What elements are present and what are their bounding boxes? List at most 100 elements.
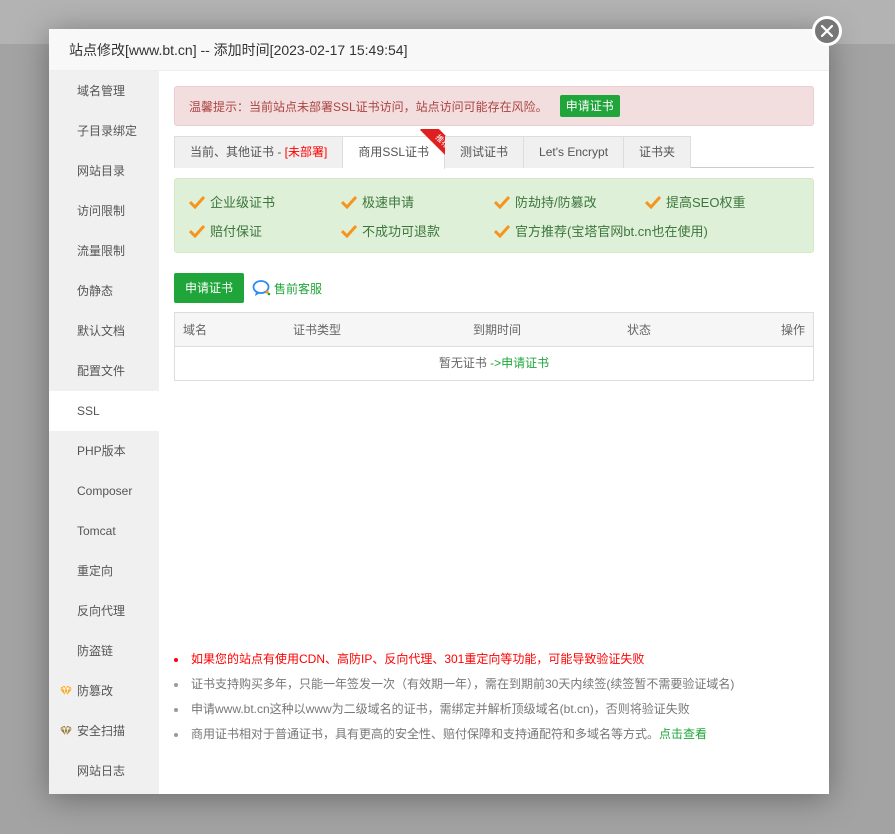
sidebar-item-label: 伪静态	[77, 284, 114, 298]
column-header-cert-type: 证书类型	[293, 323, 342, 337]
sidebar-item-label: 域名管理	[77, 84, 126, 98]
check-icon	[645, 195, 661, 209]
tab-commercial-ssl[interactable]: 商用SSL证书 推荐	[343, 129, 453, 169]
check-icon	[494, 195, 510, 209]
site-edit-dialog: 站点修改[www.bt.cn] -- 添加时间[2023-02-17 15:49…	[49, 29, 829, 794]
note-text: 如果您的站点有使用CDN、高防IP、反向代理、301重定向等功能，可能导致验证失…	[191, 652, 645, 666]
features-box: 企业级证书 极速申请 防劫持/防篡改 提高SEO权重 赔付保证 不成功可退款 官…	[174, 178, 814, 253]
close-button[interactable]	[812, 16, 842, 46]
tab-current-cert[interactable]: 当前、其他证书 - [未部署]	[174, 136, 344, 168]
sidebar-item-label: 流量限制	[77, 244, 126, 258]
column-header-domain: 域名	[183, 323, 208, 337]
tab-lets-encrypt[interactable]: Let's Encrypt	[524, 136, 625, 168]
check-icon	[341, 195, 357, 209]
alert-apply-cert-button[interactable]: 申请证书	[559, 95, 620, 117]
sidebar-item-reverse-proxy[interactable]: 反向代理	[49, 591, 159, 631]
feature-text: 企业级证书	[210, 195, 276, 210]
feature-item: 官方推荐(宝塔官网bt.cn也在使用)	[494, 221, 708, 240]
feature-item: 提高SEO权重	[645, 192, 745, 211]
tab-label: 测试证书	[460, 145, 509, 159]
note-item: 如果您的站点有使用CDN、高防IP、反向代理、301重定向等功能，可能导致验证失…	[174, 647, 734, 672]
sidebar-item-default-doc[interactable]: 默认文档	[49, 311, 159, 351]
sidebar-item-subdir[interactable]: 子目录绑定	[49, 111, 159, 151]
sidebar-item-hotlink[interactable]: 防盗链	[49, 631, 159, 671]
sidebar-item-access-limit[interactable]: 访问限制	[49, 191, 159, 231]
sidebar-item-php-version[interactable]: PHP版本	[49, 431, 159, 471]
feature-text: 极速申请	[362, 195, 415, 210]
sidebar-item-label: 反向代理	[77, 604, 126, 618]
ssl-panel: 温馨提示：当前站点未部署SSL证书访问，站点访问可能存在风险。 申请证书 当前、…	[159, 71, 829, 794]
feature-item: 企业级证书	[189, 192, 275, 211]
column-header-status: 状态	[627, 323, 652, 337]
sidebar-item-security-scan[interactable]: 安全扫描	[49, 711, 159, 751]
view-details-link[interactable]: 点击查看	[659, 727, 707, 741]
feature-text: 赔付保证	[210, 224, 263, 239]
tab-label: 证书夹	[639, 145, 676, 159]
check-icon	[189, 224, 205, 238]
check-icon	[494, 224, 510, 238]
empty-text: 暂无证书	[438, 356, 491, 370]
apply-cert-button[interactable]: 申请证书	[174, 273, 245, 303]
close-icon	[821, 25, 833, 37]
presale-label: 售前客服	[274, 281, 323, 296]
sidebar-item-ssl[interactable]: SSL	[49, 391, 159, 431]
check-icon	[189, 195, 205, 209]
deploy-status: [未部署]	[284, 145, 328, 159]
feature-item: 赔付保证	[189, 221, 262, 240]
sidebar-item-composer[interactable]: Composer	[49, 471, 159, 511]
dialog-title: 站点修改[www.bt.cn] -- 添加时间[2023-02-17 15:49…	[49, 29, 829, 71]
tab-test-cert[interactable]: 测试证书	[445, 136, 525, 168]
note-item: 证书支持购买多年，只能一年签发一次（有效期一年），需在到期前30天内续签(续签暂…	[174, 672, 734, 697]
ssl-warning-alert: 温馨提示：当前站点未部署SSL证书访问，站点访问可能存在风险。 申请证书	[174, 86, 814, 126]
sidebar-item-label: 访问限制	[77, 204, 126, 218]
sidebar-item-label: 重定向	[77, 564, 114, 578]
actions-bar: 申请证书 售前客服	[174, 273, 814, 303]
note-text: 商用证书相对于普通证书，具有更高的安全性、赔付保障和支持通配符和多域名等方式。	[191, 727, 660, 741]
sidebar-item-label: 子目录绑定	[77, 124, 138, 138]
note-item: 申请www.bt.cn这种以www为二级域名的证书，需绑定并解析顶级域名(bt.…	[174, 697, 734, 722]
check-icon	[341, 224, 357, 238]
chat-icon	[252, 280, 271, 296]
sidebar-item-tamper-proof[interactable]: 防篡改	[49, 671, 159, 711]
note-item: 商用证书相对于普通证书，具有更高的安全性、赔付保障和支持通配符和多域名等方式。点…	[174, 722, 734, 747]
column-header-actions: 操作	[780, 323, 805, 337]
feature-text: 提高SEO权重	[666, 195, 746, 210]
sidebar-item-label: 安全扫描	[77, 724, 126, 738]
tab-label: Let's Encrypt	[539, 145, 609, 159]
note-text: 申请www.bt.cn这种以www为二级域名的证书，需绑定并解析顶级域名(bt.…	[191, 702, 690, 716]
sidebar-item-redirect[interactable]: 重定向	[49, 551, 159, 591]
sidebar: 域名管理 子目录绑定 网站目录 访问限制 流量限制 伪静态 默认文档 配置文件 …	[49, 71, 159, 794]
sidebar-item-config-file[interactable]: 配置文件	[49, 351, 159, 391]
feature-text: 不成功可退款	[362, 224, 441, 239]
note-text: 证书支持购买多年，只能一年签发一次（有效期一年），需在到期前30天内续签(续签暂…	[191, 677, 735, 691]
sidebar-item-label: 配置文件	[77, 364, 126, 378]
sidebar-item-tomcat[interactable]: Tomcat	[49, 511, 159, 551]
presale-support-link[interactable]: 售前客服	[252, 279, 322, 297]
sidebar-item-site-dir[interactable]: 网站目录	[49, 151, 159, 191]
sidebar-item-label: 默认文档	[77, 324, 126, 338]
feature-item: 极速申请	[341, 192, 414, 211]
sidebar-item-label: PHP版本	[77, 444, 126, 458]
feature-text: 官方推荐(宝塔官网bt.cn也在使用)	[515, 224, 708, 239]
sidebar-item-label: Tomcat	[77, 524, 116, 538]
sidebar-item-label: Composer	[77, 484, 133, 498]
sidebar-item-domain[interactable]: 域名管理	[49, 71, 159, 111]
column-header-expiry: 到期时间	[473, 323, 522, 337]
sidebar-item-label: 防盗链	[77, 644, 114, 658]
ssl-tabs: 当前、其他证书 - [未部署] 商用SSL证书 推荐 测试证书 Let's En…	[174, 129, 814, 169]
gem-icon	[60, 725, 72, 738]
gem-icon	[60, 685, 72, 698]
empty-apply-link[interactable]: ->申请证书	[490, 356, 549, 370]
cert-table: 域名 证书类型 到期时间 状态 操作 暂无证书 ->申请证书	[174, 312, 814, 381]
sidebar-item-label: SSL	[77, 404, 100, 418]
sidebar-item-rewrite[interactable]: 伪静态	[49, 271, 159, 311]
alert-text: 温馨提示：当前站点未部署SSL证书访问，站点访问可能存在风险。	[189, 99, 548, 114]
tab-label: 商用SSL证书	[358, 145, 430, 159]
notes-list: 如果您的站点有使用CDN、高防IP、反向代理、301重定向等功能，可能导致验证失…	[174, 647, 734, 747]
sidebar-item-site-log[interactable]: 网站日志	[49, 751, 159, 791]
feature-text: 防劫持/防篡改	[515, 195, 597, 210]
tab-cert-folder[interactable]: 证书夹	[624, 136, 692, 168]
sidebar-item-traffic-limit[interactable]: 流量限制	[49, 231, 159, 271]
feature-item: 不成功可退款	[341, 221, 440, 240]
sidebar-item-label: 网站日志	[77, 764, 126, 778]
